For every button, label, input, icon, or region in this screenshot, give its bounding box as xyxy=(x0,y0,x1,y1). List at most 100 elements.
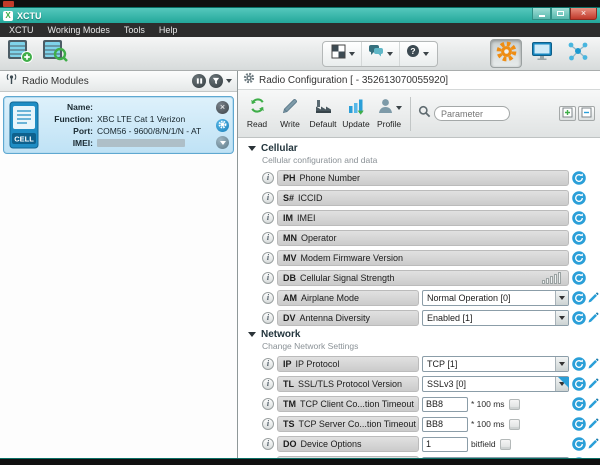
info-icon[interactable]: i xyxy=(262,312,274,324)
edit-param-button[interactable] xyxy=(587,398,599,410)
info-icon[interactable]: i xyxy=(262,438,274,450)
menu-item-working-modes[interactable]: Working Modes xyxy=(41,23,117,37)
refresh-param-button[interactable] xyxy=(572,271,586,285)
refresh-param-button[interactable] xyxy=(572,377,586,391)
param-row-dv[interactable]: i DV Antenna Diversity Enabled [1] xyxy=(262,309,599,327)
refresh-param-button[interactable] xyxy=(572,417,586,431)
param-row-ip[interactable]: i IP IP Protocol TCP [1] xyxy=(262,355,599,373)
parameter-search-input[interactable] xyxy=(434,106,510,121)
sort-filter-button[interactable] xyxy=(209,74,223,88)
refresh-param-button[interactable] xyxy=(572,457,586,458)
collapse-section-icon[interactable] xyxy=(248,146,256,151)
param-row-ss[interactable]: i S# ICCID xyxy=(262,189,598,207)
info-icon[interactable]: i xyxy=(262,292,274,304)
write-button[interactable]: Write xyxy=(276,98,304,129)
refresh-param-button[interactable] xyxy=(572,311,586,325)
param-row-im[interactable]: i IM IMEI xyxy=(262,209,598,227)
add-radio-module-button[interactable] xyxy=(4,39,35,68)
refresh-param-button[interactable] xyxy=(572,291,586,305)
param-select[interactable]: TCP [1] xyxy=(422,356,569,372)
default-button[interactable]: Default xyxy=(309,98,337,129)
refresh-param-button[interactable] xyxy=(572,231,586,245)
info-icon[interactable]: i xyxy=(262,252,274,264)
collapse-section-icon[interactable] xyxy=(248,332,256,337)
param-row-mv[interactable]: i MV Modem Firmware Version xyxy=(262,249,598,267)
info-icon[interactable]: i xyxy=(262,378,274,390)
menu-item-xctu[interactable]: XCTU xyxy=(2,23,41,37)
tab-configuration[interactable] xyxy=(490,39,522,68)
edit-param-button[interactable] xyxy=(587,292,599,304)
frames-tools-menu-button[interactable] xyxy=(325,42,361,66)
menu-item-tools[interactable]: Tools xyxy=(117,23,152,37)
param-name: IMEI xyxy=(297,213,316,223)
maximize-button[interactable] xyxy=(551,8,570,20)
param-row-db[interactable]: i DB Cellular Signal Strength xyxy=(262,269,598,287)
tab-consoles[interactable] xyxy=(526,39,558,68)
collapse-module-button[interactable] xyxy=(216,136,229,149)
section-header[interactable]: Network xyxy=(248,329,598,340)
param-label-bar: TL SSL/TLS Protocol Version xyxy=(277,376,419,392)
tab-network[interactable] xyxy=(562,39,594,68)
edit-param-button[interactable] xyxy=(587,378,599,390)
refresh-param-button[interactable] xyxy=(572,171,586,185)
param-name: ICCID xyxy=(298,193,323,203)
param-input[interactable] xyxy=(422,456,569,458)
info-icon[interactable]: i xyxy=(262,398,274,410)
refresh-param-button[interactable] xyxy=(572,437,586,451)
module-info: Name: Function: XBC LTE Cat 1 Verizon Port:… xyxy=(46,100,210,150)
param-row-am[interactable]: i AM Airplane Mode Normal Operation [0] xyxy=(262,289,599,307)
edit-param-button[interactable] xyxy=(587,312,599,324)
param-name: Operator xyxy=(301,233,337,243)
refresh-param-button[interactable] xyxy=(572,397,586,411)
refresh-param-button[interactable] xyxy=(572,211,586,225)
param-row-mn[interactable]: i MN Operator xyxy=(262,229,598,247)
module-settings-button[interactable] xyxy=(216,118,229,132)
param-row-ph[interactable]: i PH Phone Number xyxy=(262,169,598,187)
discover-radio-modules-button[interactable] xyxy=(39,39,70,68)
window-titlebar[interactable]: X XCTU × xyxy=(0,8,600,23)
edit-param-button[interactable] xyxy=(587,418,599,430)
edit-param-button[interactable] xyxy=(587,438,599,450)
profile-button[interactable]: Profile xyxy=(375,98,403,129)
param-select[interactable]: Enabled [1] xyxy=(422,310,569,326)
param-row-tm[interactable]: i TM TCP Client Co...tion Timeout * 100 ms xyxy=(262,395,599,413)
info-icon[interactable]: i xyxy=(262,358,274,370)
param-row-ts[interactable]: iTSTCP Server Co...tion Timeout* 100 ms xyxy=(262,415,599,433)
param-input[interactable] xyxy=(422,436,468,452)
info-icon[interactable]: i xyxy=(262,172,274,184)
update-button[interactable]: Update xyxy=(342,98,370,129)
param-row-eq[interactable]: iEQDevice Cloud FQDN xyxy=(262,455,598,458)
refresh-param-button[interactable] xyxy=(572,357,586,371)
module-field-label: Function: xyxy=(54,113,93,124)
read-button[interactable]: Read xyxy=(243,98,271,129)
param-unit: bitfield xyxy=(471,439,496,449)
info-icon[interactable]: i xyxy=(262,192,274,204)
param-row-do[interactable]: iDODevice Optionsbitfield xyxy=(262,435,599,453)
param-select[interactable]: SSLv3 [0] xyxy=(422,376,569,392)
refresh-param-button[interactable] xyxy=(572,251,586,265)
expand-all-button[interactable] xyxy=(559,106,576,121)
param-code: DV xyxy=(283,313,296,323)
minimize-button[interactable] xyxy=(532,8,551,20)
menu-item-help[interactable]: Help xyxy=(152,23,185,37)
info-icon[interactable]: i xyxy=(262,272,274,284)
param-row-tl[interactable]: i TL SSL/TLS Protocol Version SSLv3 [0] xyxy=(262,375,599,393)
param-control: SSLv3 [0] xyxy=(422,376,569,392)
param-select[interactable]: Normal Operation [0] xyxy=(422,290,569,306)
info-icon[interactable]: i xyxy=(262,418,274,430)
pause-discovery-button[interactable] xyxy=(192,74,206,88)
edit-param-button[interactable] xyxy=(587,358,599,370)
remove-module-button[interactable]: × xyxy=(216,101,229,114)
info-icon[interactable]: i xyxy=(262,212,274,224)
param-input[interactable] xyxy=(422,396,468,412)
radio-module-card[interactable]: CELL Name: Function: XBC LTE Cat 1 Verizon… xyxy=(3,96,234,154)
help-menu-button[interactable]: ? xyxy=(399,41,435,66)
info-icon[interactable]: i xyxy=(262,232,274,244)
collapse-all-button[interactable] xyxy=(578,106,595,121)
param-row-actions xyxy=(572,291,599,305)
refresh-param-button[interactable] xyxy=(572,191,586,205)
close-button[interactable]: × xyxy=(570,8,597,20)
section-header[interactable]: Cellular xyxy=(248,143,598,154)
param-input[interactable] xyxy=(422,416,468,432)
feedback-menu-button[interactable] xyxy=(361,41,399,66)
